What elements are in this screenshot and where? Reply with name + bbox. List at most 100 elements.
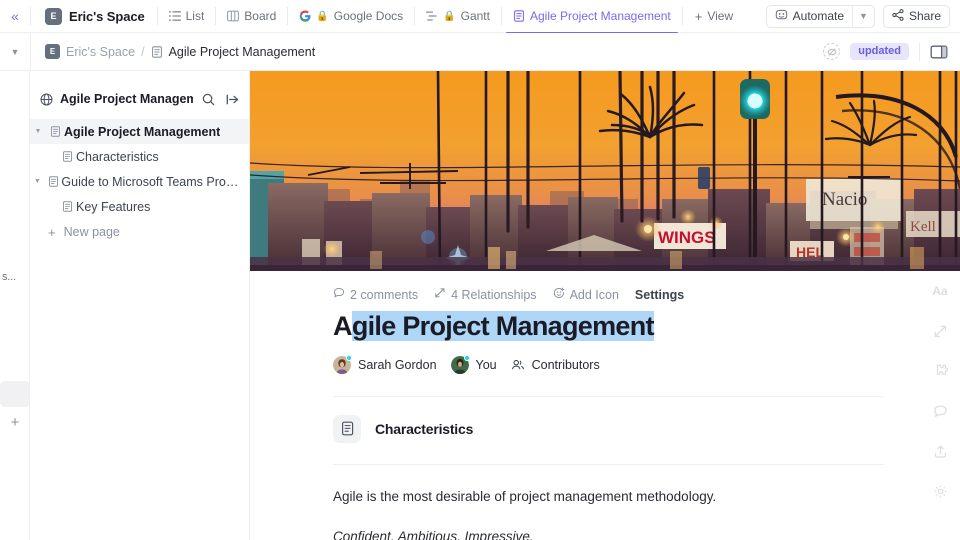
new-page-label: New page (63, 225, 120, 239)
share-upload-icon[interactable] (929, 440, 951, 462)
share-button[interactable]: Share (882, 4, 950, 28)
divider (333, 395, 884, 397)
relationships-label: 4 Relationships (451, 287, 537, 302)
divider (919, 42, 920, 61)
app-window: « E Eric's Space List Board 🔒 Google Doc… (0, 0, 960, 540)
doc-sidebar-tree: ▼ Agile Project Management Characteristi… (30, 119, 249, 245)
share-label: Share (908, 9, 941, 23)
new-page-button[interactable]: + New page (30, 219, 249, 245)
tab-board[interactable]: Board (216, 0, 287, 33)
doc-sidebar: Agile Project Management ▼ Agile Project… (30, 71, 250, 540)
topbar-actions: Automate ▼ Share (765, 4, 960, 28)
puzzle-icon[interactable] (929, 360, 951, 382)
person-name: You (475, 357, 497, 372)
person-sarah-gordon[interactable]: Sarah Gordon (333, 354, 437, 374)
tab-label: Agile Project Management (529, 9, 671, 23)
tab-list[interactable]: List (158, 0, 216, 33)
page-title[interactable]: Agile Project Management (333, 311, 654, 343)
doc-icon (151, 45, 163, 58)
sidebar-item-guide-to-microsoft-teams-project[interactable]: ▼ Guide to Microsoft Teams Project... (30, 169, 249, 194)
comments-button[interactable]: 2 comments (333, 287, 418, 302)
chevron-down-icon[interactable]: ▼ (0, 47, 30, 57)
comments-label: 2 comments (350, 287, 419, 302)
doc-icon (513, 10, 525, 22)
plus-icon[interactable]: + (0, 411, 30, 433)
automate-label: Automate (792, 9, 845, 23)
subpage-card-characteristics[interactable]: Characteristics (333, 414, 960, 443)
robot-icon (775, 8, 788, 24)
doc-sidebar-title: Agile Project Management (60, 92, 193, 106)
sidebar-item-key-features[interactable]: Key Features (30, 194, 249, 219)
contributors-button[interactable]: Contributors (511, 358, 600, 372)
automate-button[interactable]: Automate ▼ (765, 4, 875, 28)
chevron-down-icon[interactable]: ▼ (30, 128, 46, 135)
tab-google-docs[interactable]: 🔒 Google Docs (288, 0, 414, 33)
sidebar-item-label: Guide to Microsoft Teams Project... (61, 174, 241, 189)
sidebar-item-characteristics[interactable]: Characteristics (30, 144, 249, 169)
sidebar-item-agile-project-management[interactable]: ▼ Agile Project Management (30, 119, 249, 144)
space-avatar: E (45, 7, 62, 25)
sidebar-item-label: Characteristics (76, 149, 159, 164)
relationships-button[interactable]: 4 Relationships (434, 287, 537, 302)
paragraph-italic[interactable]: Confident. Ambitious. Impressive. (333, 527, 960, 540)
breadcrumb-space[interactable]: Eric's Space (66, 45, 135, 59)
rail-truncated-label: s... (2, 271, 16, 283)
tab-agile-project-management[interactable]: Agile Project Management (502, 0, 682, 34)
space-chip[interactable]: E Eric's Space (31, 0, 157, 33)
left-collapsed-rail: s... + (0, 71, 30, 540)
gantt-icon (426, 10, 438, 22)
person-you[interactable]: You (450, 354, 497, 374)
chevron-down-icon[interactable]: ▼ (30, 178, 45, 185)
sidebar-item-label: Agile Project Management (64, 124, 221, 139)
doc-icon (333, 414, 361, 443)
doc-icon (58, 151, 76, 162)
svg-text:WINGS: WINGS (658, 228, 716, 247)
status-badge[interactable]: updated (850, 43, 909, 60)
breadcrumb: E Eric's Space / Agile Project Managemen… (31, 44, 315, 59)
people-icon (511, 358, 525, 372)
doc-icon (45, 176, 62, 187)
globe-icon (40, 93, 53, 106)
tab-label: Board (244, 9, 277, 23)
settings-button[interactable]: Settings (635, 288, 684, 302)
avatar (450, 354, 470, 374)
doc-icon (46, 126, 64, 137)
svg-text:Nacio: Nacio (822, 189, 867, 210)
lock-icon: 🔒 (316, 10, 329, 22)
settings-label: Settings (634, 287, 685, 302)
contributors-label: Contributors (531, 357, 600, 372)
breadcrumb-doc[interactable]: Agile Project Management (169, 45, 316, 59)
doc-sidebar-header: Agile Project Management (30, 85, 249, 113)
board-icon (227, 10, 240, 22)
rail-highlight-block[interactable] (0, 381, 30, 407)
sidebar-item-label: Key Features (76, 199, 151, 214)
right-panel-icon[interactable] (930, 44, 948, 60)
add-view-button[interactable]: + View (683, 9, 745, 24)
add-view-label: View (707, 9, 734, 23)
relationships-icon[interactable] (929, 320, 951, 342)
google-icon (299, 10, 311, 22)
tab-label: List (185, 9, 205, 23)
eye-off-icon[interactable] (823, 43, 841, 60)
chevron-down-icon[interactable]: ▼ (853, 11, 874, 21)
search-icon[interactable] (200, 91, 217, 108)
doc-meta-row: 2 comments 4 Relationships Add Icon Sett… (250, 271, 960, 302)
breadcrumb-actions: updated (823, 42, 960, 61)
lock-icon: 🔒 (443, 10, 456, 22)
doc-cover-image[interactable]: Nacio Kell WINGS HEL (250, 71, 960, 271)
font-aa-label: Aa (932, 284, 948, 298)
share-icon (892, 8, 904, 24)
tab-gantt[interactable]: 🔒 Gantt (415, 0, 501, 33)
collapse-panel-icon[interactable] (224, 91, 241, 108)
font-aa-icon[interactable]: Aa (929, 280, 951, 302)
comment-icon[interactable] (929, 400, 951, 422)
gear-icon[interactable] (929, 480, 951, 502)
list-icon (168, 10, 181, 22)
paragraph[interactable]: Agile is the most desirable of project m… (333, 487, 960, 507)
collapse-sidebar-icon[interactable]: « (0, 0, 30, 33)
tab-label: Gantt (460, 9, 490, 23)
add-icon-button[interactable]: Add Icon (553, 287, 619, 302)
document-pane: Nacio Kell WINGS HEL 2 comments 4 Relati… (250, 71, 960, 540)
tab-label: Google Docs (333, 9, 404, 23)
divider (333, 463, 884, 465)
